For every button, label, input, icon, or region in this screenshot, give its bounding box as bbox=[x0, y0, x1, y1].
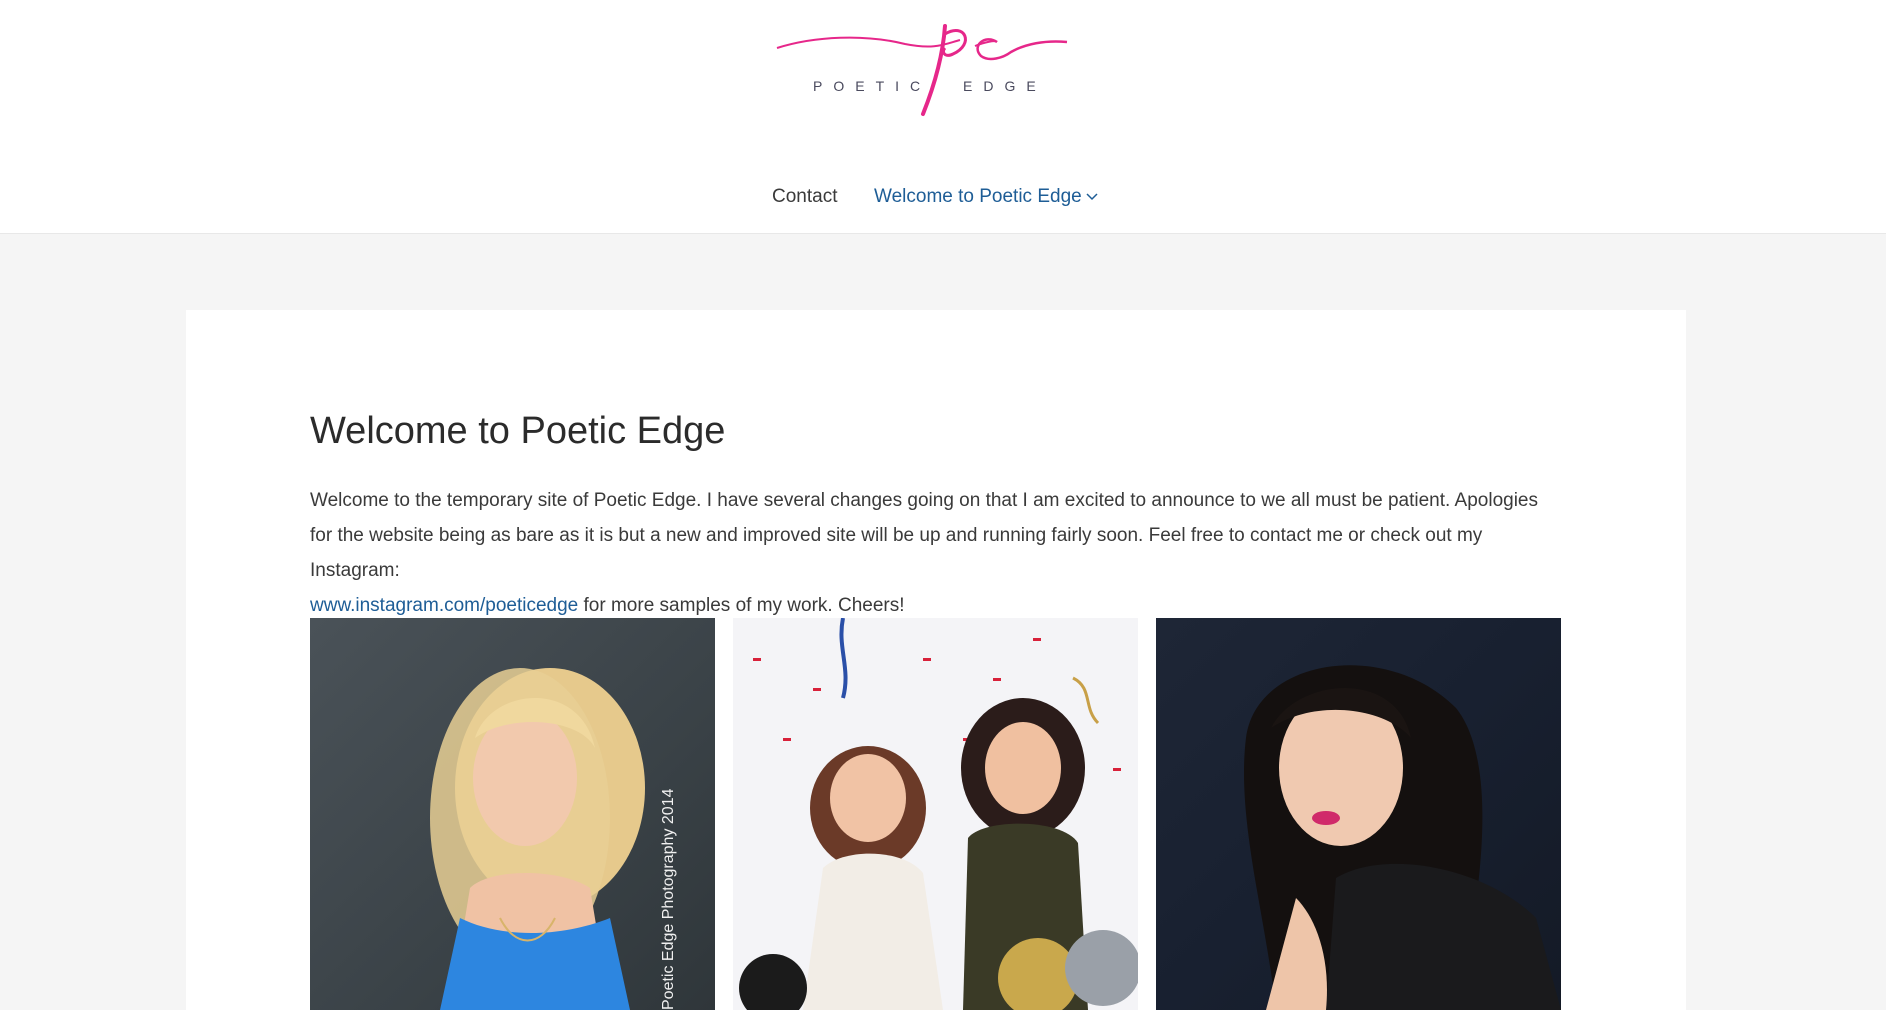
intro-text: Welcome to the temporary site of Poetic … bbox=[310, 490, 1538, 581]
gallery-photo-2[interactable] bbox=[733, 618, 1138, 1010]
logo-image[interactable] bbox=[775, 14, 1071, 126]
site-header: POETIC EDGE Contact Welcome to Poetic Ed… bbox=[0, 0, 1886, 234]
page-title: Welcome to Poetic Edge bbox=[310, 410, 726, 452]
portrait-blonde-illustration bbox=[430, 668, 645, 1010]
gallery-photo-1[interactable]: Poetic Edge Photography 2014 bbox=[310, 618, 715, 1010]
portrait-brunette-illustration bbox=[1243, 665, 1561, 1010]
instagram-link[interactable]: www.instagram.com/poeticedge bbox=[310, 595, 578, 616]
nav-welcome-link[interactable]: Welcome to Poetic Edge bbox=[874, 184, 1082, 210]
main-nav: Contact Welcome to Poetic Edge bbox=[0, 184, 1886, 210]
chevron-down-icon[interactable] bbox=[1086, 192, 1098, 202]
photo-watermark: Poetic Edge Photography 2014 bbox=[660, 788, 677, 1010]
gallery-photo-3[interactable] bbox=[1156, 618, 1561, 1010]
logo-wordmark-right: EDGE bbox=[963, 78, 1047, 94]
intro-paragraph: Welcome to the temporary site of Poetic … bbox=[310, 483, 1560, 623]
outro-text: for more samples of my work. Cheers! bbox=[578, 595, 905, 616]
party-photo-illustration bbox=[733, 618, 1138, 1010]
logo-wordmark-left: POETIC bbox=[813, 78, 932, 94]
nav-contact-link[interactable]: Contact bbox=[772, 184, 837, 210]
